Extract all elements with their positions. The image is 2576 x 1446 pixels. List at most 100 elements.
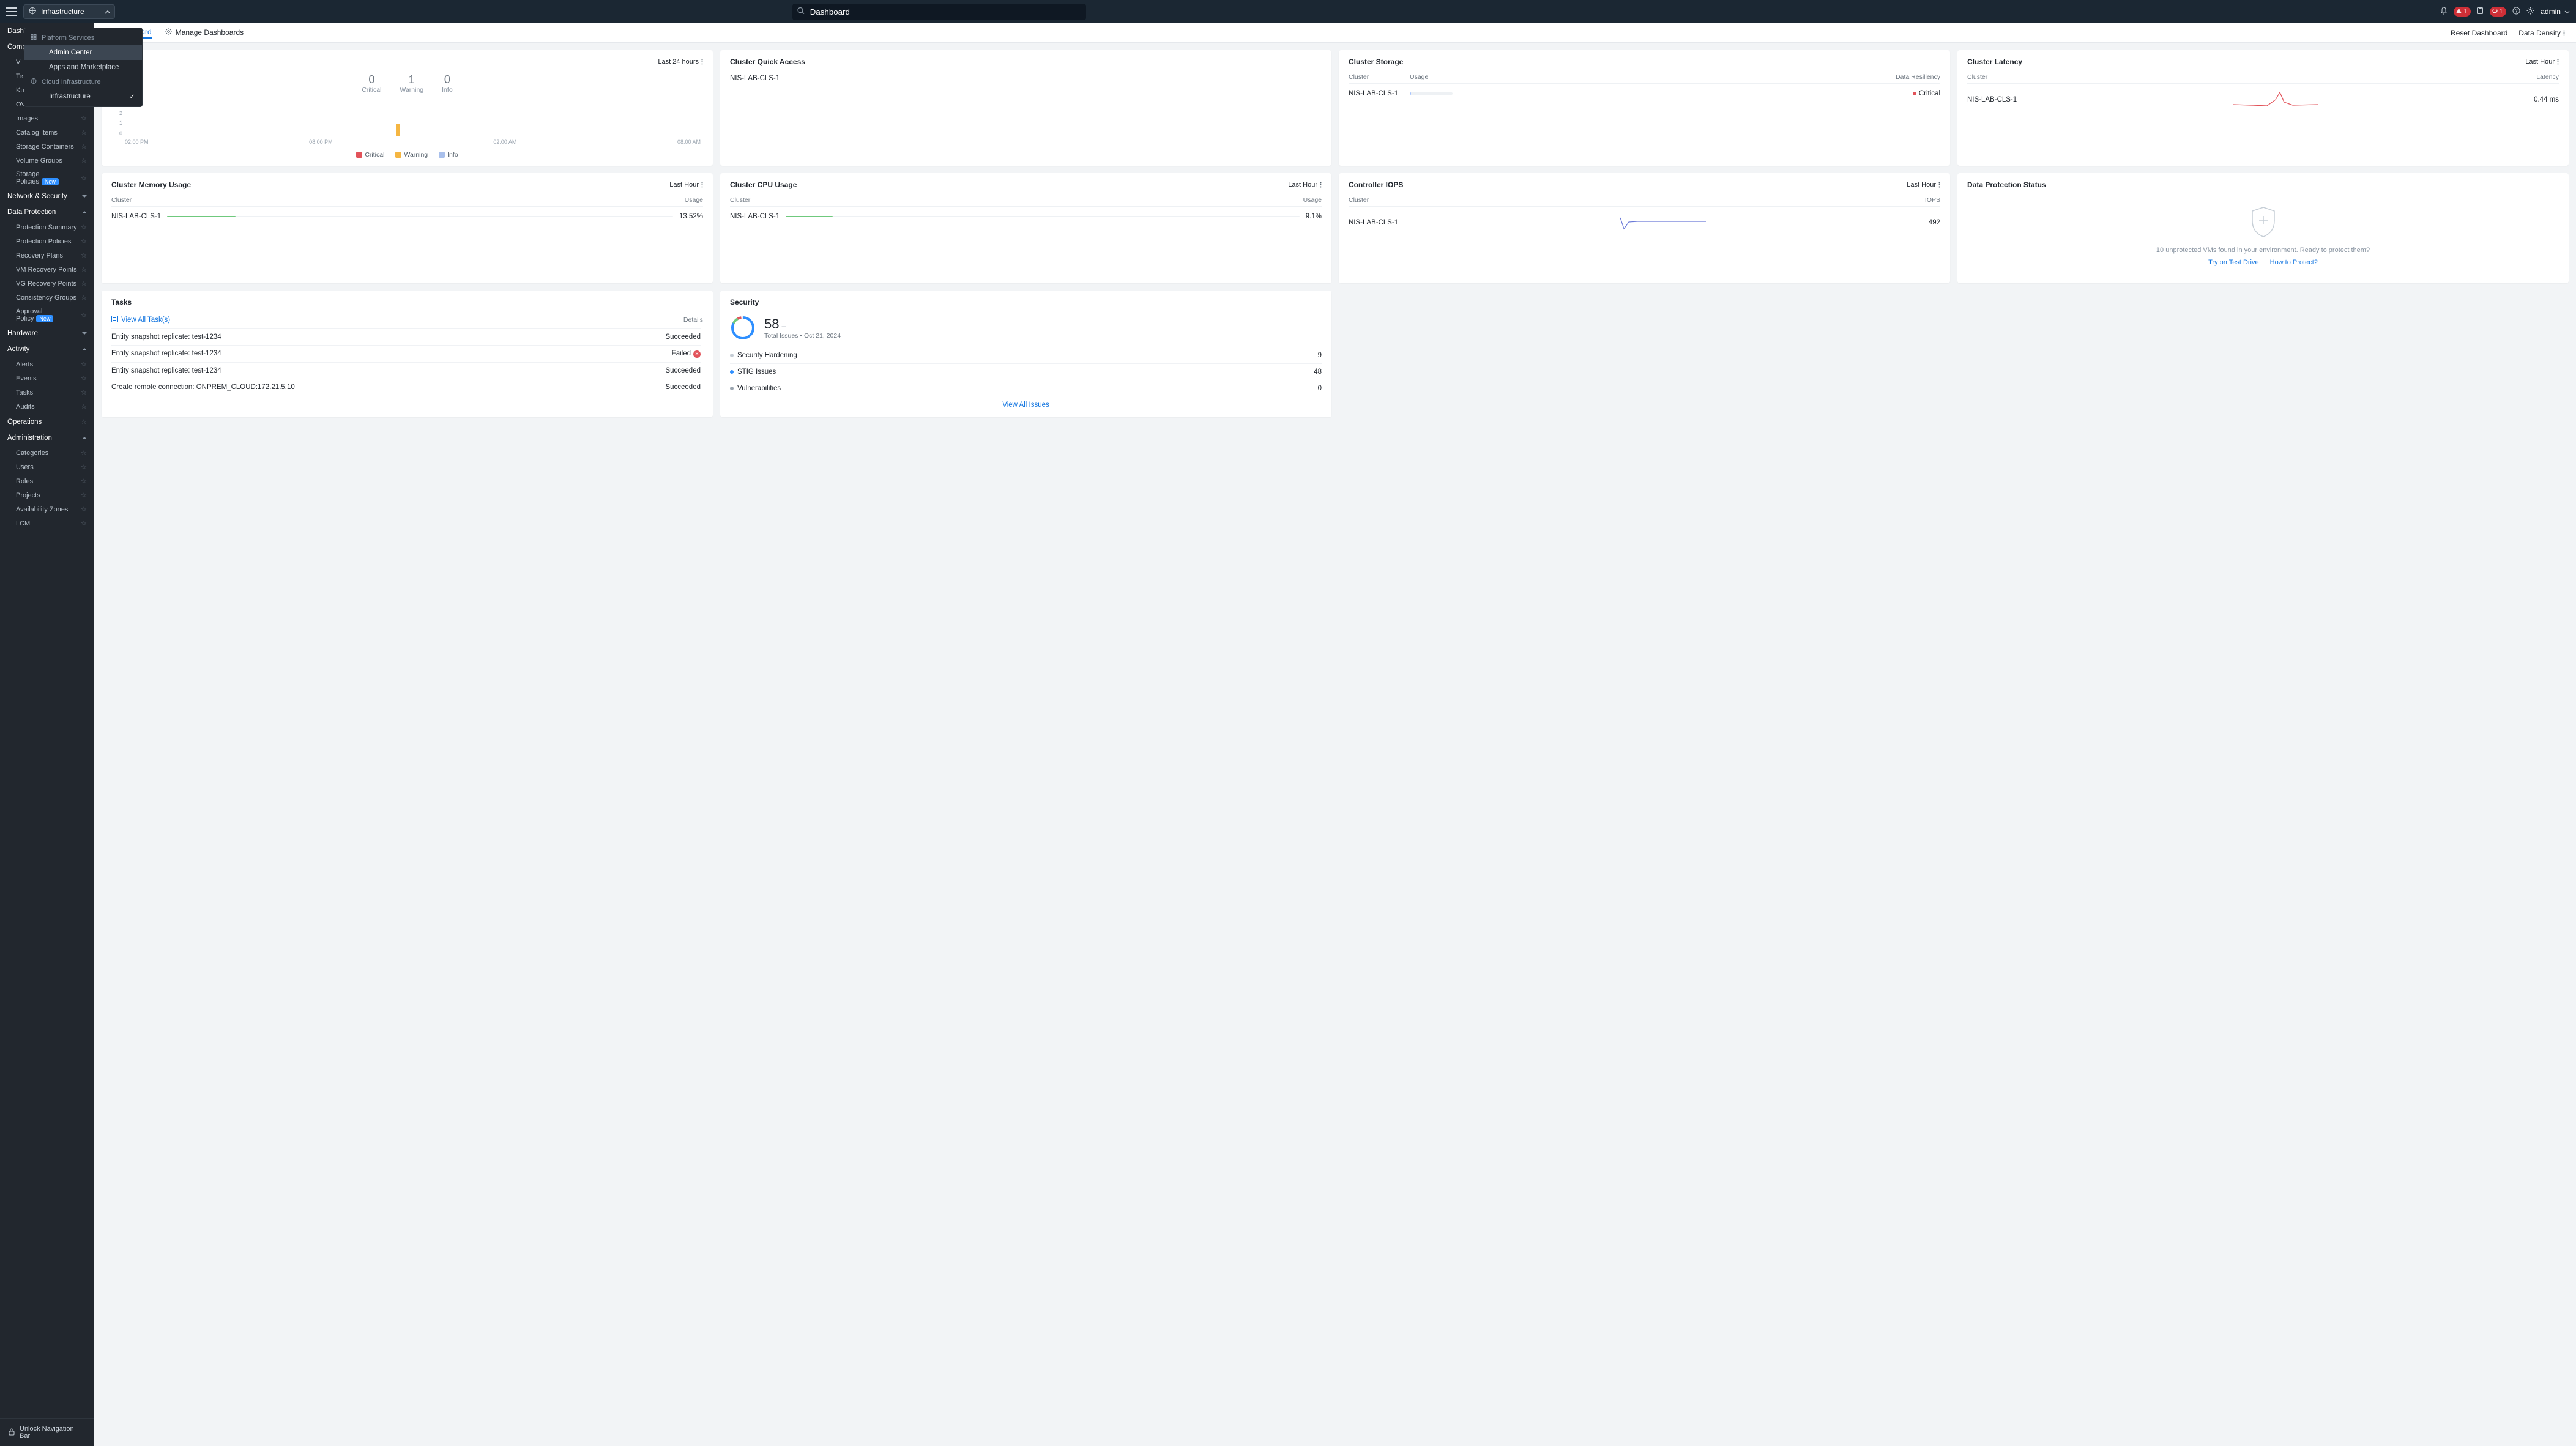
- unlock-nav-button[interactable]: Unlock Navigation Bar: [0, 1418, 94, 1446]
- task-status: Failed✕: [672, 350, 701, 358]
- menu-item-admin-center[interactable]: Admin Center: [24, 45, 142, 60]
- star-icon[interactable]: ☆: [81, 114, 87, 122]
- task-row[interactable]: Entity snapshot replicate: test-1234Fail…: [111, 345, 701, 362]
- sidebar-item[interactable]: VM Recovery Points☆: [0, 262, 94, 276]
- user-menu[interactable]: admin: [2541, 7, 2570, 16]
- star-icon[interactable]: ☆: [81, 418, 87, 426]
- menu-item-infrastructure[interactable]: Infrastructure ✓: [24, 89, 142, 104]
- star-icon[interactable]: ☆: [81, 265, 87, 273]
- sidebar-item[interactable]: LCM☆: [0, 516, 94, 530]
- star-icon[interactable]: ☆: [81, 311, 87, 319]
- sidebar-item[interactable]: Recovery Plans☆: [0, 248, 94, 262]
- sidebar-section-1[interactable]: Network & Security: [0, 188, 94, 204]
- alert-info-count[interactable]: 0Info: [442, 73, 453, 94]
- star-icon[interactable]: ☆: [81, 157, 87, 165]
- star-icon[interactable]: ☆: [81, 294, 87, 302]
- sidebar-section-5[interactable]: Operations☆: [0, 413, 94, 430]
- gear-icon[interactable]: [2526, 7, 2534, 17]
- how-to-protect-link[interactable]: How to Protect?: [2270, 259, 2318, 266]
- widget-tasks: Tasks View All Task(s) Details Entity sn…: [102, 291, 713, 417]
- star-icon[interactable]: ☆: [81, 280, 87, 287]
- task-row[interactable]: Entity snapshot replicate: test-1234Succ…: [111, 362, 701, 379]
- help-icon[interactable]: ?: [2512, 7, 2520, 17]
- try-test-drive-link[interactable]: Try on Test Drive: [2208, 259, 2259, 266]
- sidebar-item[interactable]: Alerts☆: [0, 357, 94, 371]
- data-density-dropdown[interactable]: Data Density: [2518, 29, 2565, 37]
- star-icon[interactable]: ☆: [81, 223, 87, 231]
- alert-warning-count[interactable]: 1Warning: [400, 73, 423, 94]
- star-icon[interactable]: ☆: [81, 402, 87, 410]
- quick-cluster-row[interactable]: NIS-LAB-CLS-1: [730, 71, 1322, 86]
- star-icon[interactable]: ☆: [81, 128, 87, 136]
- sidebar-item[interactable]: Catalog Items☆: [0, 125, 94, 139]
- alert-critical-count[interactable]: 0Critical: [362, 73, 381, 94]
- sidebar-item[interactable]: Roles☆: [0, 474, 94, 488]
- search-input[interactable]: [792, 4, 1086, 20]
- star-icon[interactable]: ☆: [81, 388, 87, 396]
- sidebar-item[interactable]: Projects☆: [0, 488, 94, 502]
- menu-item-apps-marketplace[interactable]: Apps and Marketplace: [24, 60, 142, 75]
- star-icon[interactable]: ☆: [81, 491, 87, 499]
- star-icon[interactable]: ☆: [81, 505, 87, 513]
- security-row[interactable]: STIG Issues48: [730, 363, 1322, 380]
- hamburger-menu-button[interactable]: [6, 6, 17, 17]
- star-icon[interactable]: ☆: [81, 360, 87, 368]
- security-row[interactable]: Vulnerabilities0: [730, 380, 1322, 396]
- task-row[interactable]: Create remote connection: ONPREM_CLOUD:1…: [111, 379, 701, 395]
- star-icon[interactable]: ☆: [81, 143, 87, 150]
- app-switcher-dropdown[interactable]: Infrastructure Platform Services Admin C…: [23, 4, 115, 19]
- time-range-dropdown[interactable]: Last 24 hours: [658, 58, 703, 65]
- sidebar-item[interactable]: Audits☆: [0, 399, 94, 413]
- tasks-list[interactable]: Entity snapshot replicate: test-1234Succ…: [111, 328, 703, 395]
- star-icon[interactable]: ☆: [81, 463, 87, 471]
- time-range-dropdown[interactable]: Last Hour: [1288, 181, 1322, 188]
- star-icon[interactable]: ☆: [81, 251, 87, 259]
- time-range-dropdown[interactable]: Last Hour: [669, 181, 703, 188]
- sidebar-section-6[interactable]: Administration: [0, 430, 94, 446]
- topbar-right: 1 1 ? admin: [2440, 7, 2570, 17]
- star-icon[interactable]: ☆: [81, 174, 87, 182]
- table-row[interactable]: NIS-LAB-CLS-1 9.1%: [730, 209, 1322, 224]
- sidebar-section-4[interactable]: Activity: [0, 341, 94, 357]
- sidebar-item[interactable]: Tasks☆: [0, 385, 94, 399]
- table-row[interactable]: NIS-LAB-CLS-1 0.44 ms: [1967, 86, 2559, 113]
- clipboard-icon[interactable]: [2477, 7, 2484, 17]
- bell-icon[interactable]: [2440, 7, 2448, 17]
- time-range-dropdown[interactable]: Last Hour: [1907, 181, 1940, 188]
- table-row[interactable]: NIS-LAB-CLS-1 Critical: [1349, 86, 1940, 101]
- view-all-issues-link[interactable]: View All Issues: [730, 396, 1322, 410]
- sidebar-item[interactable]: VG Recovery Points☆: [0, 276, 94, 291]
- alerts-badge[interactable]: 1: [2454, 7, 2471, 17]
- sidebar-item[interactable]: Volume Groups☆: [0, 154, 94, 168]
- sidebar-item[interactable]: Protection Summary☆: [0, 220, 94, 234]
- sidebar-item[interactable]: Users☆: [0, 460, 94, 474]
- sidebar-item[interactable]: Categories☆: [0, 446, 94, 460]
- star-icon[interactable]: ☆: [81, 449, 87, 457]
- tasks-badge[interactable]: 1: [2490, 7, 2507, 17]
- star-icon[interactable]: ☆: [81, 477, 87, 485]
- star-icon[interactable]: ☆: [81, 519, 87, 527]
- sidebar-item[interactable]: Approval PolicyNew☆: [0, 305, 94, 325]
- sidebar-section-3[interactable]: Hardware: [0, 325, 94, 341]
- security-row[interactable]: Security Hardening9: [730, 347, 1322, 363]
- tab-manage-dashboards[interactable]: Manage Dashboards: [165, 28, 244, 38]
- time-range-dropdown[interactable]: Last Hour: [2525, 58, 2559, 65]
- table-row[interactable]: NIS-LAB-CLS-1 492: [1349, 209, 1940, 236]
- legend-info[interactable]: Info: [439, 151, 458, 158]
- sidebar-item[interactable]: Consistency Groups☆: [0, 291, 94, 305]
- task-row[interactable]: Entity snapshot replicate: test-1234Succ…: [111, 328, 701, 345]
- sidebar-item[interactable]: Protection Policies☆: [0, 234, 94, 248]
- view-all-tasks-link[interactable]: View All Task(s): [111, 316, 170, 324]
- sidebar-section-2[interactable]: Data Protection: [0, 204, 94, 220]
- sidebar-item[interactable]: Storage Containers☆: [0, 139, 94, 154]
- star-icon[interactable]: ☆: [81, 374, 87, 382]
- sidebar-item[interactable]: Events☆: [0, 371, 94, 385]
- legend-warning[interactable]: Warning: [395, 151, 428, 158]
- sidebar-item[interactable]: Availability Zones☆: [0, 502, 94, 516]
- star-icon[interactable]: ☆: [81, 237, 87, 245]
- reset-dashboard-button[interactable]: Reset Dashboard: [2451, 29, 2507, 37]
- legend-critical[interactable]: Critical: [356, 151, 384, 158]
- sidebar-item[interactable]: Storage PoliciesNew☆: [0, 168, 94, 188]
- table-row[interactable]: NIS-LAB-CLS-1 13.52%: [111, 209, 703, 224]
- sidebar-item[interactable]: Images☆: [0, 111, 94, 125]
